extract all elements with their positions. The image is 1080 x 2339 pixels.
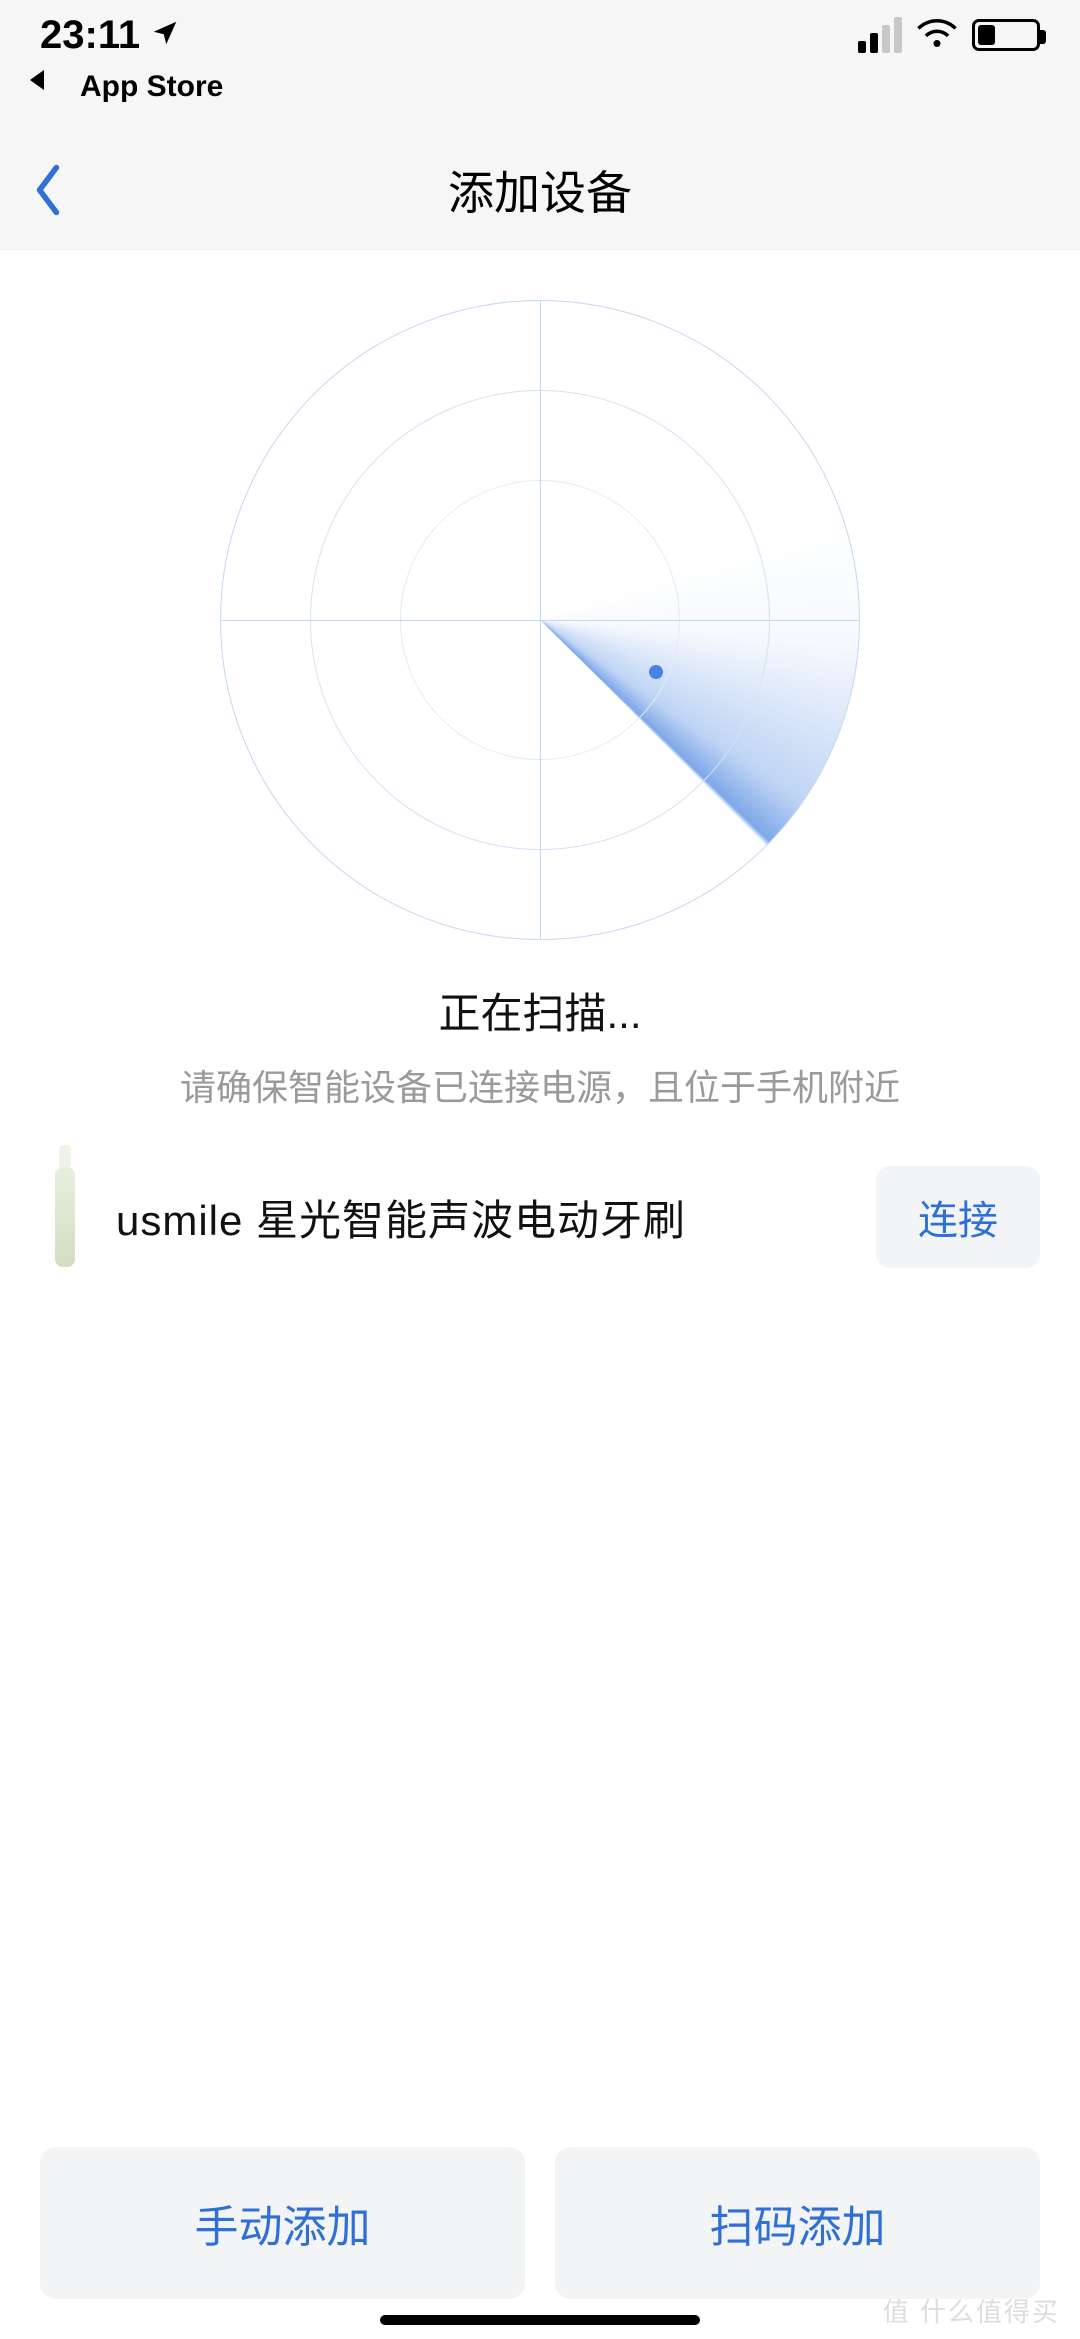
- scan-subtitle: 请确保智能设备已连接电源，且位于手机附近: [0, 1059, 1080, 1111]
- radar-scan: [0, 300, 1080, 940]
- status-bar: 23:11: [0, 0, 1080, 70]
- content: 正在扫描... 请确保智能设备已连接电源，且位于手机附近 usmile 星光智能…: [0, 250, 1080, 1323]
- manual-add-button[interactable]: 手动添加: [40, 2147, 525, 2299]
- battery-icon: [972, 19, 1040, 51]
- nav-header: 添加设备: [0, 130, 1080, 250]
- device-name: usmile 星光智能声波电动牙刷: [116, 1187, 850, 1248]
- wifi-icon: [916, 12, 958, 59]
- home-indicator[interactable]: [380, 2315, 700, 2325]
- status-left: 23:11: [40, 13, 180, 58]
- breadcrumb-back-to-app[interactable]: App Store: [0, 70, 1080, 130]
- scan-title: 正在扫描...: [0, 980, 1080, 1041]
- bottom-bar: 手动添加 扫码添加: [0, 2147, 1080, 2299]
- device-thumbnail: [40, 1157, 90, 1277]
- breadcrumb-back-icon: [30, 70, 44, 90]
- toothbrush-icon: [55, 1167, 75, 1267]
- status-time: 23:11: [40, 13, 140, 58]
- device-row: usmile 星光智能声波电动牙刷 连接: [0, 1111, 1080, 1323]
- radar-found-dot: [649, 665, 663, 679]
- cellular-icon: [858, 17, 902, 53]
- watermark: 值 什么值得买: [883, 2292, 1060, 2329]
- page-title: 添加设备: [448, 157, 632, 223]
- scan-status: 正在扫描... 请确保智能设备已连接电源，且位于手机附近: [0, 980, 1080, 1111]
- scan-qr-add-button[interactable]: 扫码添加: [555, 2147, 1040, 2299]
- breadcrumb-back-label: App Store: [50, 70, 223, 104]
- radar-cross-v: [540, 300, 541, 940]
- location-icon: [150, 13, 180, 58]
- connect-button[interactable]: 连接: [876, 1166, 1040, 1268]
- status-right: [858, 12, 1040, 59]
- back-button[interactable]: [30, 130, 66, 249]
